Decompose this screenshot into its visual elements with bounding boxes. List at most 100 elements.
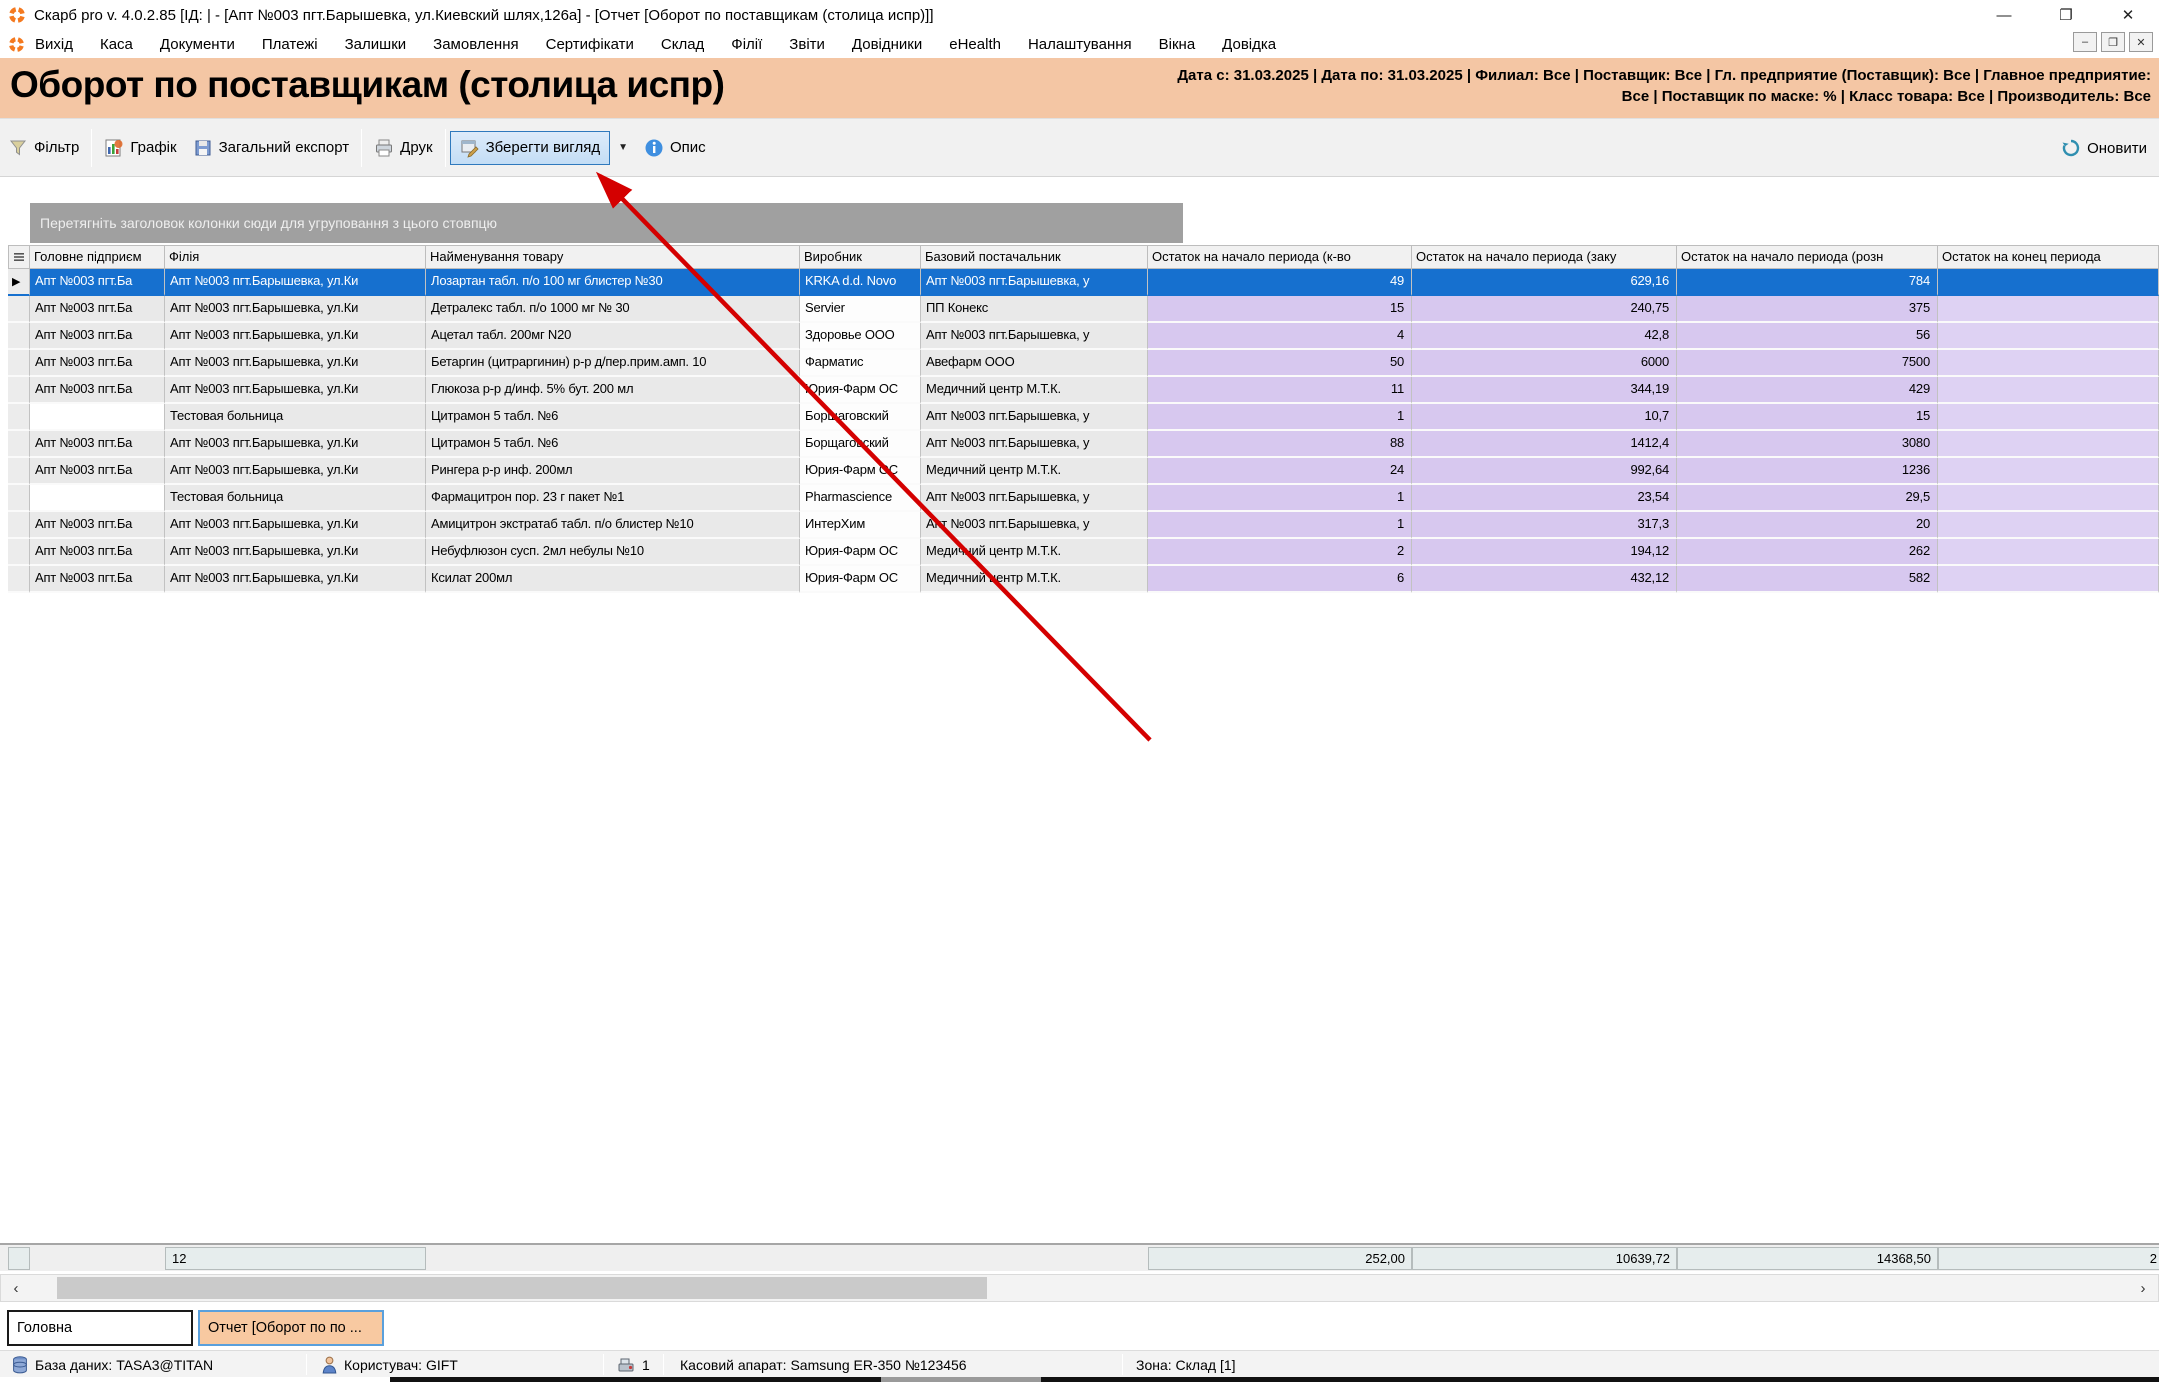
cell[interactable]: 240,75 <box>1412 296 1677 323</box>
cell[interactable]: Апт №003 пгт.Барышевка, ул.Ки <box>165 566 426 593</box>
cell[interactable]: 1236 <box>1677 458 1938 485</box>
column-header-branch[interactable]: Філія <box>165 245 426 269</box>
cell[interactable] <box>1938 512 2159 539</box>
cell[interactable]: 7500 <box>1677 350 1938 377</box>
cell[interactable]: 10,7 <box>1412 404 1677 431</box>
cell[interactable]: ИнтерХим <box>800 512 921 539</box>
cell[interactable]: Апт №003 пгт.Барышевка, ул.Ки <box>165 512 426 539</box>
cell[interactable]: 262 <box>1677 539 1938 566</box>
table-row[interactable]: Тестовая больницаЦитрамон 5 табл. №6Борщ… <box>8 404 2159 431</box>
cell[interactable]: Детралекс табл. п/о 1000 мг № 30 <box>426 296 800 323</box>
cell[interactable]: Цитрамон 5 табл. №6 <box>426 404 800 431</box>
close-button[interactable]: ✕ <box>2097 0 2159 30</box>
cell[interactable]: Апт №003 пгт.Барышевка, у <box>921 485 1148 512</box>
cell[interactable]: Апт №003 пгт.Ба <box>30 296 165 323</box>
group-by-panel[interactable]: Перетягніть заголовок колонки сюди для у… <box>30 203 1183 243</box>
cell[interactable] <box>30 485 165 512</box>
table-row[interactable]: Апт №003 пгт.БаАпт №003 пгт.Барышевка, у… <box>8 458 2159 485</box>
table-row[interactable]: Апт №003 пгт.БаАпт №003 пгт.Барышевка, у… <box>8 377 2159 404</box>
cell[interactable]: Бетаргин (цитраргинин) р-р д/пер.прим.ам… <box>426 350 800 377</box>
cell[interactable]: Авефарм ООО <box>921 350 1148 377</box>
cell[interactable]: 23,54 <box>1412 485 1677 512</box>
cell[interactable]: 49 <box>1148 269 1412 296</box>
cell[interactable]: 1412,4 <box>1412 431 1677 458</box>
cell[interactable]: Ксилат 200мл <box>426 566 800 593</box>
cell[interactable]: Апт №003 пгт.Барышевка, у <box>921 323 1148 350</box>
menu-item-dovidnyky[interactable]: Довідники <box>852 36 922 53</box>
cell[interactable]: 24 <box>1148 458 1412 485</box>
cell[interactable] <box>30 404 165 431</box>
cell[interactable]: 4 <box>1148 323 1412 350</box>
restore-button[interactable]: ❐ <box>2035 0 2097 30</box>
cell[interactable]: Тестовая больница <box>165 404 426 431</box>
cell[interactable]: 429 <box>1677 377 1938 404</box>
cell[interactable]: 1 <box>1148 512 1412 539</box>
mdi-close-button[interactable]: ✕ <box>2129 32 2153 52</box>
cell[interactable]: Юрия-Фарм ОС <box>800 377 921 404</box>
cell[interactable]: 11 <box>1148 377 1412 404</box>
tab-report[interactable]: Отчет [Оборот по по ... <box>198 1310 384 1346</box>
cell[interactable]: Апт №003 пгт.Барышевка, ул.Ки <box>165 431 426 458</box>
cell[interactable]: Рингера р-р инф. 200мл <box>426 458 800 485</box>
menu-item-zamovlennia[interactable]: Замовлення <box>433 36 518 53</box>
cell[interactable]: Апт №003 пгт.Ба <box>30 431 165 458</box>
cell[interactable] <box>1938 350 2159 377</box>
cell[interactable]: 20 <box>1677 512 1938 539</box>
tab-home[interactable]: Головна <box>7 1310 193 1346</box>
cell[interactable] <box>1938 269 2159 296</box>
cell[interactable] <box>1938 539 2159 566</box>
cell[interactable]: 3080 <box>1677 431 1938 458</box>
cell[interactable]: 6000 <box>1412 350 1677 377</box>
cell[interactable]: 2 <box>1148 539 1412 566</box>
cell[interactable]: Апт №003 пгт.Барышевка, ул.Ки <box>165 377 426 404</box>
cell[interactable]: Апт №003 пгт.Барышевка, ул.Ки <box>165 323 426 350</box>
cell[interactable]: 15 <box>1148 296 1412 323</box>
table-row[interactable]: Апт №003 пгт.БаАпт №003 пгт.Барышевка, у… <box>8 323 2159 350</box>
mdi-restore-button[interactable]: ❐ <box>2101 32 2125 52</box>
cell[interactable]: Апт №003 пгт.Ба <box>30 566 165 593</box>
column-header-supplier[interactable]: Базовий постачальник <box>921 245 1148 269</box>
cell[interactable]: Медичний центр М.Т.К. <box>921 566 1148 593</box>
cell[interactable] <box>1938 485 2159 512</box>
cell[interactable] <box>1938 431 2159 458</box>
cell[interactable]: 42,8 <box>1412 323 1677 350</box>
cell[interactable]: 15 <box>1677 404 1938 431</box>
column-header-holding[interactable]: Головне підприєм <box>30 245 165 269</box>
cell[interactable]: Лозартан табл. п/о 100 мг блистер №30 <box>426 269 800 296</box>
cell[interactable]: KRKA d.d. Novo <box>800 269 921 296</box>
cell[interactable]: Цитрамон 5 табл. №6 <box>426 431 800 458</box>
menu-item-vikna[interactable]: Вікна <box>1159 36 1196 53</box>
chart-button[interactable]: Графік <box>96 132 184 164</box>
menu-item-dokumenty[interactable]: Документи <box>160 36 235 53</box>
cell[interactable]: Медичний центр М.Т.К. <box>921 539 1148 566</box>
cell[interactable] <box>1938 404 2159 431</box>
cell[interactable]: 50 <box>1148 350 1412 377</box>
cell[interactable]: Медичний центр М.Т.К. <box>921 458 1148 485</box>
cell[interactable]: 629,16 <box>1412 269 1677 296</box>
cell[interactable]: Апт №003 пгт.Барышевка, ул.Ки <box>165 269 426 296</box>
cell[interactable]: 88 <box>1148 431 1412 458</box>
cell[interactable]: Апт №003 пгт.Барышевка, ул.Ки <box>165 296 426 323</box>
cell[interactable]: Апт №003 пгт.Барышевка, ул.Ки <box>165 539 426 566</box>
cell[interactable]: 992,64 <box>1412 458 1677 485</box>
cell[interactable]: ПП Конекс <box>921 296 1148 323</box>
menu-item-vykhid[interactable]: Вихід <box>35 36 73 53</box>
cell[interactable]: Pharmascience <box>800 485 921 512</box>
cell[interactable]: Апт №003 пгт.Барышевка, у <box>921 404 1148 431</box>
menu-item-nalashtuvannia[interactable]: Налаштування <box>1028 36 1132 53</box>
cell[interactable]: Ацетал табл. 200мг N20 <box>426 323 800 350</box>
menu-item-dovidka[interactable]: Довідка <box>1222 36 1276 53</box>
column-header-end-balance[interactable]: Остаток на конец периода <box>1938 245 2159 269</box>
save-view-button[interactable]: Зберегти вигляд <box>450 131 611 165</box>
cell[interactable]: Апт №003 пгт.Ба <box>30 323 165 350</box>
column-header-start-qty[interactable]: Остаток на начало периода (к-во <box>1148 245 1412 269</box>
cell[interactable]: Юрия-Фарм ОС <box>800 566 921 593</box>
cell[interactable]: Апт №003 пгт.Ба <box>30 377 165 404</box>
cell[interactable]: Апт №003 пгт.Барышевка, ул.Ки <box>165 350 426 377</box>
cell[interactable]: 1 <box>1148 404 1412 431</box>
cell[interactable]: Апт №003 пгт.Барышевка, у <box>921 512 1148 539</box>
cell[interactable]: 194,12 <box>1412 539 1677 566</box>
menu-item-sklad[interactable]: Склад <box>661 36 704 53</box>
mdi-minimize-button[interactable]: – <box>2073 32 2097 52</box>
table-row[interactable]: Апт №003 пгт.БаАпт №003 пгт.Барышевка, у… <box>8 566 2159 593</box>
